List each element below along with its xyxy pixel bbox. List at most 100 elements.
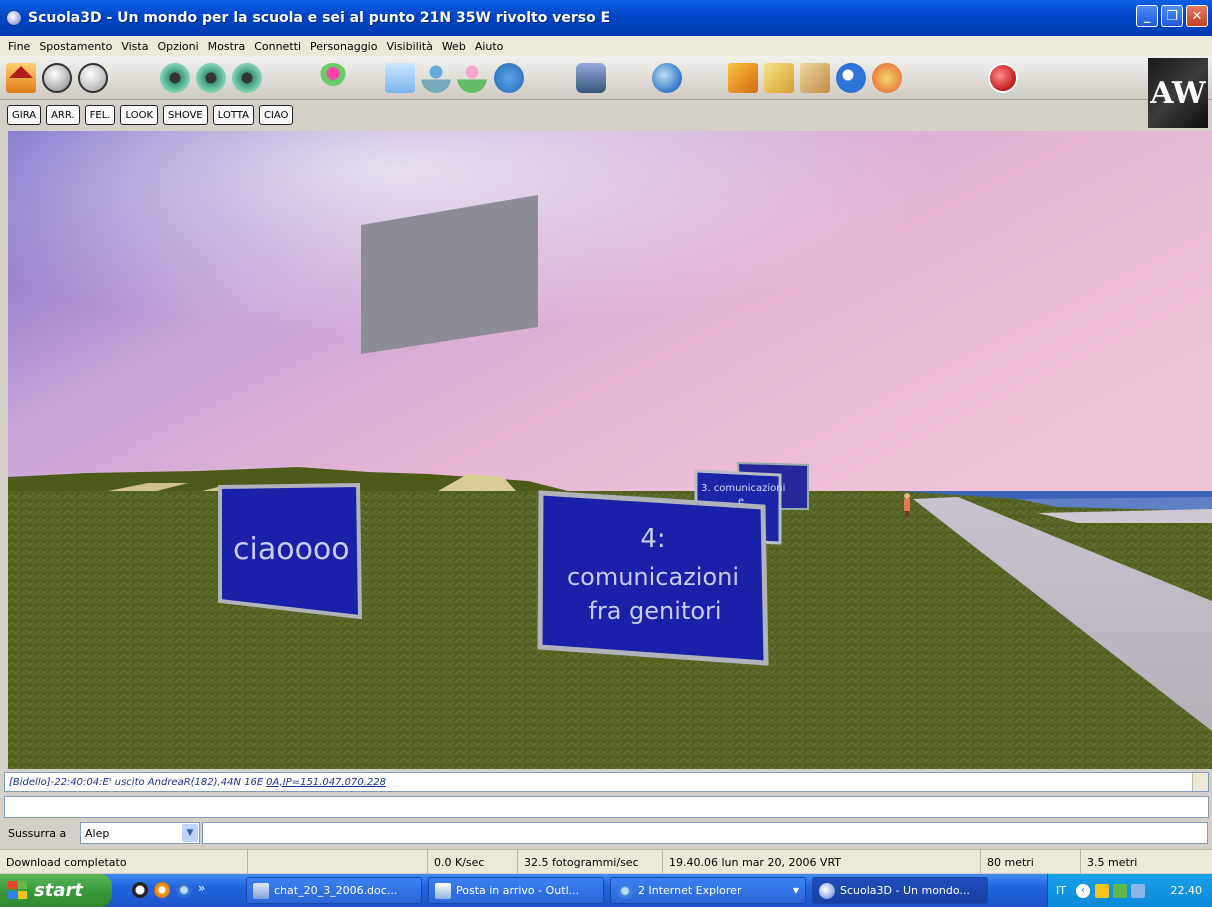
quick-launch: » [132,882,205,898]
status-speed: 0.0 K/sec [428,850,518,874]
start-label: start [34,880,83,901]
title-bar: Scuola3D - Un mondo per la scuola e sei … [0,0,1212,36]
sign-center-text-3: fra genitori [588,597,721,625]
whisper-recipient-value: Alep [85,826,110,840]
gesture-fel-button[interactable]: FEL. [84,105,116,125]
ie-icon [617,882,633,899]
window-title: Scuola3D - Un mondo per la scuola e sei … [28,10,611,26]
media-player-icon[interactable] [154,882,170,898]
stop-icon[interactable] [988,63,1018,93]
tray-network-icon[interactable] [1130,883,1145,898]
task-label-word: chat_20_3_2006.doc... [274,884,398,897]
back-icon[interactable] [42,63,72,93]
menu-personaggio[interactable]: Personaggio [310,40,377,53]
task-internet-explorer[interactable]: 2 Internet Explorer ▼ [610,877,806,904]
menu-aiuto[interactable]: Aiuto [475,40,504,53]
map-icon[interactable] [800,63,830,93]
task-label-scuola3d: Scuola3D - Un mondo... [840,884,970,897]
status-bar: Download completato 0.0 K/sec 32.5 fotog… [0,849,1212,874]
whisper-label: Sussurra a [8,826,67,840]
menu-mostra[interactable]: Mostra [208,40,246,53]
chat-message: [Bidello]-22:40:04:E' uscito AndreaR(182… [9,776,264,788]
home-icon[interactable] [6,63,36,93]
sign-ciaoooo[interactable]: ciaoooo [218,482,363,620]
menu-fine[interactable]: Fine [8,40,30,53]
help-icon[interactable] [872,63,902,93]
taskbar: start » chat_20_3_2006.doc... Posta in a… [0,874,1212,907]
ie-quicklaunch-icon[interactable] [176,882,192,898]
maximize-button[interactable]: ❐ [1161,5,1183,27]
chevron-down-icon[interactable]: ▼ [793,886,799,895]
whisper-input[interactable] [202,822,1208,844]
chat-log: [Bidello]-22:40:04:E' uscito AndreaR(182… [4,772,1209,792]
whisper-recipient-select[interactable]: Alep ▼ [80,822,200,844]
status-datetime: 19.40.06 lun mar 20, 2006 VRT [663,850,981,874]
minimize-button[interactable]: _ [1136,5,1158,27]
sign-back-text-1: 3. comunicazioni [701,483,785,494]
language-indicator[interactable]: IT [1056,884,1066,897]
status-distance-1: 80 metri [981,850,1081,874]
whisper-bar: Sussurra a Alep ▼ [0,820,1212,846]
sign-comunicazioni[interactable]: 4: comunicazioni fra genitori [537,490,769,666]
panda-icon[interactable] [132,882,148,898]
window-controls: _ ❐ ✕ [1136,5,1208,27]
mail-icon[interactable] [764,63,794,93]
view-3-icon[interactable] [232,63,262,93]
status-fps: 32.5 fotogrammi/sec [518,850,663,874]
close-button[interactable]: ✕ [1186,5,1208,27]
tray-app-icon-2[interactable] [1112,883,1127,898]
status-distance-2: 3.5 metri [1087,855,1138,869]
chat-scrollbar[interactable] [1192,773,1208,791]
gesture-arr-button[interactable]: ARR. [46,105,80,125]
scuola3d-icon [819,882,835,899]
tray-clock[interactable]: 22.40 [1171,884,1203,897]
chat-input[interactable] [4,796,1209,818]
gesture-lotta-button[interactable]: LOTTA [212,105,254,125]
status-empty [248,850,428,874]
menu-web[interactable]: Web [442,40,466,53]
chat-icon[interactable] [576,63,606,93]
world-scene[interactable]: 3. comunicazioni e di ciaoooo 4: comunic… [8,131,1212,769]
task-word-document[interactable]: chat_20_3_2006.doc... [246,877,422,904]
menu-vista[interactable]: Vista [121,40,148,53]
task-label-outlook: Posta in arrivo - Outl... [456,884,580,897]
chat-message-link[interactable]: 0A,IP=151.047.070.228 [266,777,386,788]
gesture-gira-button[interactable]: GIRA [7,105,42,125]
system-tray: IT ‹ 22.40 [1047,874,1212,907]
windows-logo-icon [8,881,28,900]
task-outlook[interactable]: Posta in arrivo - Outl... [428,877,604,904]
refresh-icon[interactable] [836,63,866,93]
start-button[interactable]: start [0,874,112,907]
menu-connetti[interactable]: Connetti [254,40,301,53]
task-scuola3d[interactable]: Scuola3D - Un mondo... [812,877,988,904]
person-icon[interactable] [457,63,487,93]
gesture-look-button[interactable]: LOOK [120,105,158,125]
tray-app-icon-1[interactable] [1094,883,1109,898]
menu-spostamento[interactable]: Spostamento [39,40,112,53]
sign-left-text: ciaoooo [233,532,350,567]
gesture-shove-button[interactable]: SHOVE [163,105,208,125]
teleport-icon[interactable] [421,63,451,93]
chevron-down-icon[interactable]: ▼ [182,824,198,842]
tools-icon[interactable] [728,63,758,93]
world-3d-view[interactable]: 3. comunicazioni e di ciaoooo 4: comunic… [8,131,1212,769]
view-2-icon[interactable] [196,63,226,93]
menu-opzioni[interactable]: Opzioni [157,40,198,53]
web-icon[interactable] [652,63,682,93]
menu-bar: Fine Spostamento Vista Opzioni Mostra Co… [0,36,1212,56]
icon-toolbar [0,56,1212,100]
menu-visibilita[interactable]: Visibilità [386,40,432,53]
sign-center-text-2: comunicazioni [567,563,739,591]
gesture-bar: GIRA ARR. FEL. LOOK SHOVE LOTTA CIAO [0,100,1140,130]
task-label-ie: 2 Internet Explorer [638,884,742,897]
user-icon[interactable] [385,63,415,93]
gesture-ciao-button[interactable]: CIAO [258,105,294,125]
tray-expand-icon[interactable]: ‹ [1075,883,1090,898]
quicklaunch-more-button[interactable]: » [198,882,205,898]
app-icon[interactable] [6,10,22,26]
view-1-icon[interactable] [160,63,190,93]
forward-icon[interactable] [78,63,108,93]
avatars-icon[interactable] [318,63,348,93]
brand-logo: AW [1148,58,1208,128]
contacts-icon[interactable] [494,63,524,93]
